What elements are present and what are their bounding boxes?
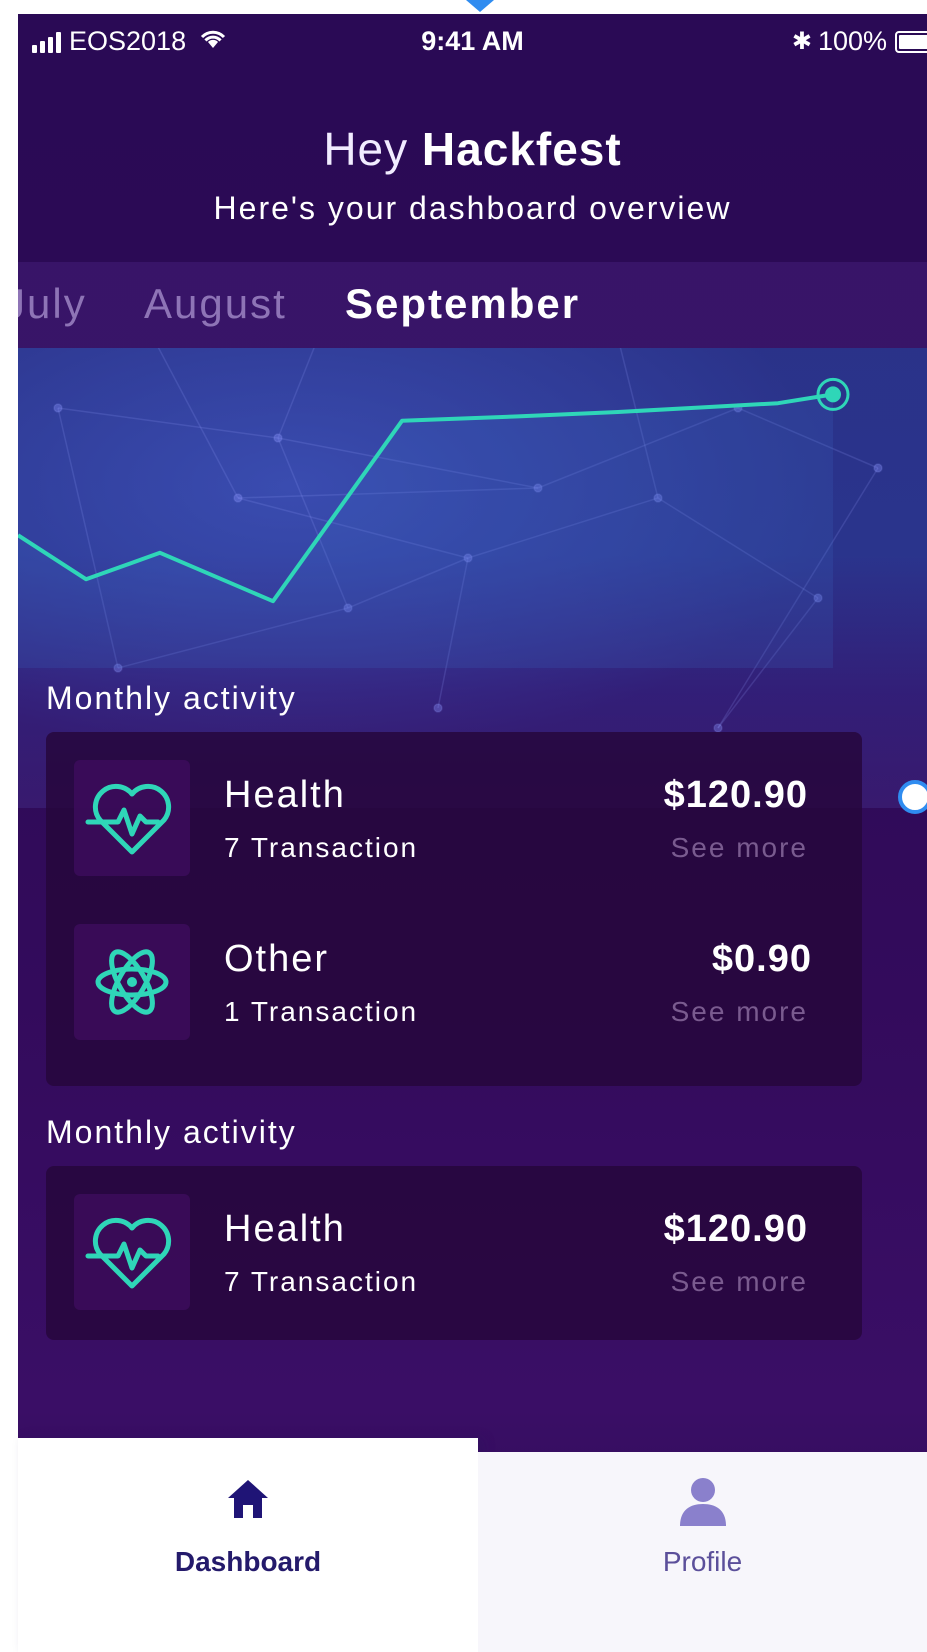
bluetooth-icon: ✱ [791, 28, 812, 55]
greeting-prefix: Hey [323, 123, 409, 175]
home-icon [228, 1480, 268, 1518]
month-selector: July August September [18, 262, 927, 348]
tab-profile[interactable]: Profile [478, 1452, 927, 1652]
category-amount: $0.90 [711, 938, 812, 980]
profile-icon [679, 1478, 726, 1526]
background-network-node [873, 463, 883, 473]
background-network-line [277, 348, 315, 439]
app-screen: EOS2018 9:41 AM ✱ 100% Hey Hackfest Here… [18, 14, 927, 1652]
transaction-count: 1 Transaction [224, 996, 419, 1027]
category-name: Health [224, 774, 346, 816]
activity-row-other[interactable]: Other 1 Transaction $0.90 See more [46, 924, 862, 1042]
category-name: Other [224, 938, 330, 980]
tab-label-dashboard: Dashboard [174, 1546, 322, 1577]
activity-row-health[interactable]: Health 7 Transaction $120.90 See more [46, 760, 862, 878]
heartbeat-icon [74, 760, 190, 876]
transaction-count: 7 Transaction [224, 832, 419, 863]
tab-dashboard[interactable]: Dashboard [18, 1438, 478, 1652]
tab-label-profile: Profile [662, 1546, 743, 1577]
background-network-node [53, 403, 63, 413]
month-tab-september[interactable]: September [345, 280, 580, 328]
section-title-monthly-activity: Monthly activity [46, 680, 297, 716]
user-name: Hackfest [421, 123, 622, 175]
chart-area-fill [18, 394, 833, 668]
bottom-tab-bar: Dashboard Profile [18, 1438, 927, 1652]
background-network-node [273, 433, 283, 443]
battery-icon [895, 30, 927, 53]
battery-percent: 100% [817, 26, 887, 56]
background-network-line [57, 407, 279, 439]
category-amount: $120.90 [663, 1208, 808, 1250]
greeting: Hey Hackfest [18, 122, 927, 176]
activity-row-health[interactable]: Health 7 Transaction $120.90 See more [46, 1194, 862, 1312]
status-time: 9:41 AM [421, 26, 524, 56]
atom-icon [74, 924, 190, 1040]
month-tab-august[interactable]: August [144, 280, 287, 328]
month-tab-july[interactable]: July [18, 280, 87, 328]
chart-current-point[interactable] [825, 386, 841, 403]
category-name: Health [224, 1208, 346, 1250]
section-title-monthly-activity: Monthly activity [46, 1114, 297, 1150]
scroll-handle[interactable] [898, 780, 927, 814]
background-network-line [157, 348, 239, 499]
status-bar: EOS2018 9:41 AM ✱ 100% [18, 14, 927, 70]
background-network-node [233, 493, 243, 503]
activity-card: Health 7 Transaction $120.90 See more Ot… [46, 732, 862, 1086]
transaction-count: 7 Transaction [224, 1266, 419, 1297]
dashboard-subtitle: Here's your dashboard overview [213, 190, 732, 226]
activity-card: Health 7 Transaction $120.90 See more [46, 1166, 862, 1340]
see-more-link[interactable]: See more [671, 1266, 808, 1298]
heartbeat-icon [74, 1194, 190, 1310]
see-more-link[interactable]: See more [671, 832, 808, 864]
see-more-link[interactable]: See more [671, 996, 808, 1028]
category-amount: $120.90 [663, 774, 808, 816]
background-network-node [713, 723, 723, 733]
background-network-node [433, 703, 443, 713]
status-right: ✱ 100% [792, 26, 927, 57]
drop-indicator-icon [466, 0, 494, 12]
